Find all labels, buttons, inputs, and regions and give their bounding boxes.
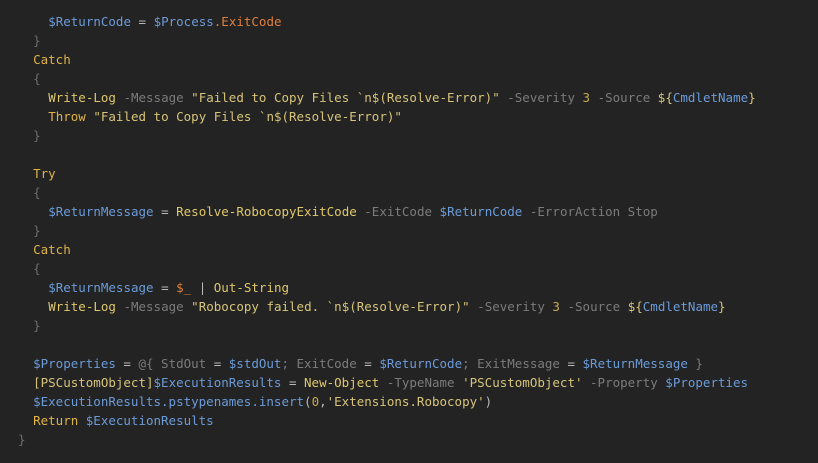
code-line[interactable]: $Properties = @{ StdOut = $stdOut; ExitC… — [33, 354, 703, 373]
code-line[interactable]: { — [33, 69, 41, 88]
code-token: -Message — [115, 90, 184, 105]
code-line[interactable]: [PSCustomObject]$ExecutionResults = New-… — [33, 373, 748, 392]
code-token: $ExecutionResults — [78, 413, 214, 428]
code-token: = — [115, 356, 139, 371]
code-token: -ErrorAction Stop — [522, 204, 658, 219]
code-token: , — [319, 394, 327, 409]
code-token: -Severity — [499, 90, 575, 105]
code-token: } — [33, 318, 41, 333]
code-line[interactable]: $ReturnCode = $Process.ExitCode — [48, 12, 281, 31]
code-line[interactable]: Write-Log -Message "Failed to Copy Files… — [48, 88, 755, 107]
code-token: { — [33, 185, 41, 200]
code-token: = — [206, 356, 229, 371]
code-token: "Failed to Copy Files `n$(Resolve-Error)… — [85, 109, 402, 124]
code-token: { — [33, 71, 41, 86]
code-token: ) — [484, 394, 493, 409]
code-line[interactable]: { — [33, 183, 41, 202]
code-token: Resolve-RobocopyExitCode — [176, 204, 357, 219]
code-token: -TypeName — [379, 375, 455, 390]
code-token: 'PSCustomObject' — [454, 375, 583, 390]
code-line[interactable]: } — [33, 316, 41, 335]
code-token: .ExitCode — [213, 14, 282, 29]
code-token: "Robocopy failed. `n$(Resolve-Error)" — [183, 299, 470, 314]
code-token: $ReturnMessage — [48, 204, 154, 219]
code-token: $Properties — [33, 356, 116, 371]
code-token: ${ — [620, 299, 643, 314]
code-token: ${ — [650, 90, 673, 105]
code-token: Throw — [48, 109, 86, 124]
code-token: "Failed to Copy Files `n$(Resolve-Error)… — [183, 90, 500, 105]
code-token: Out-String — [213, 280, 290, 295]
code-token: Write-Log — [48, 299, 116, 314]
code-token: } — [33, 128, 41, 143]
code-token: } — [33, 223, 41, 238]
code-token: @{ StdOut — [138, 356, 207, 371]
code-token: ; ExitCode — [281, 356, 357, 371]
code-token: $ExecutionResults.pstypenames.insert — [33, 394, 305, 409]
code-token: = — [130, 14, 154, 29]
code-token: -Severity — [469, 299, 545, 314]
code-line[interactable]: } — [18, 430, 26, 449]
code-token: CmdletName — [642, 299, 719, 314]
code-token: $_ — [176, 280, 192, 295]
code-token: $ExecutionResults — [153, 375, 282, 390]
code-token: $Process — [153, 14, 214, 29]
code-line[interactable]: } — [33, 221, 41, 240]
code-token: -Property — [582, 375, 658, 390]
code-token: { — [33, 261, 41, 276]
code-token: CmdletName — [672, 90, 749, 105]
code-token: = — [281, 375, 305, 390]
code-token: } — [18, 432, 26, 447]
code-token: 0 — [311, 394, 320, 409]
code-token: 3 — [544, 299, 560, 314]
code-line[interactable]: Try — [33, 164, 56, 183]
code-line[interactable]: $ReturnMessage = Resolve-RobocopyExitCod… — [48, 202, 658, 221]
code-line[interactable]: Write-Log -Message "Robocopy failed. `n$… — [48, 297, 725, 316]
code-token: $ReturnCode — [432, 204, 523, 219]
code-token: } — [748, 90, 756, 105]
code-token: Write-Log — [48, 90, 116, 105]
code-token: -Source — [559, 299, 621, 314]
code-token: $Properties — [657, 375, 749, 390]
code-line[interactable]: Catch — [33, 50, 71, 69]
code-token: $ReturnMessage — [582, 356, 688, 371]
code-token: = — [153, 280, 177, 295]
code-token: $ReturnCode — [379, 356, 463, 371]
code-token: Catch — [33, 242, 71, 257]
code-token: $ReturnMessage — [48, 280, 154, 295]
code-token: -ExitCode — [356, 204, 433, 219]
code-token: } — [718, 299, 726, 314]
code-token: 3 — [575, 90, 591, 105]
code-token: } — [33, 33, 41, 48]
code-line[interactable]: } — [33, 31, 41, 50]
code-token: -Message — [115, 299, 184, 314]
code-token: = — [153, 204, 177, 219]
code-line[interactable]: } — [33, 126, 41, 145]
code-line[interactable]: $ReturnMessage = $_ | Out-String — [48, 278, 289, 297]
code-token: [PSCustomObject] — [33, 375, 154, 390]
code-token: New-Object — [304, 375, 380, 390]
code-token: Return — [33, 413, 79, 428]
code-token: = — [559, 356, 583, 371]
code-line[interactable]: Throw "Failed to Copy Files `n$(Resolve-… — [48, 107, 402, 126]
code-line[interactable]: Return $ExecutionResults — [33, 411, 214, 430]
code-token: = — [356, 356, 380, 371]
code-token: ; ExitMessage — [462, 356, 560, 371]
code-token: Catch — [33, 52, 71, 67]
code-token: $stdOut — [228, 356, 282, 371]
code-token: ( — [304, 394, 312, 409]
code-token: } — [687, 356, 703, 371]
code-token: $ReturnCode — [48, 14, 131, 29]
code-token: -Source — [590, 90, 651, 105]
code-token: 'Extensions.Robocopy' — [326, 394, 485, 409]
code-token: | — [191, 280, 214, 295]
code-line[interactable]: Catch — [33, 240, 71, 259]
code-editor[interactable]: $ReturnCode = $Process.ExitCode} Catch { Wr… — [0, 0, 818, 463]
code-line[interactable]: $ExecutionResults.pstypenames.insert(0,'… — [33, 392, 492, 411]
code-token: Try — [33, 166, 56, 181]
code-line[interactable]: { — [33, 259, 41, 278]
